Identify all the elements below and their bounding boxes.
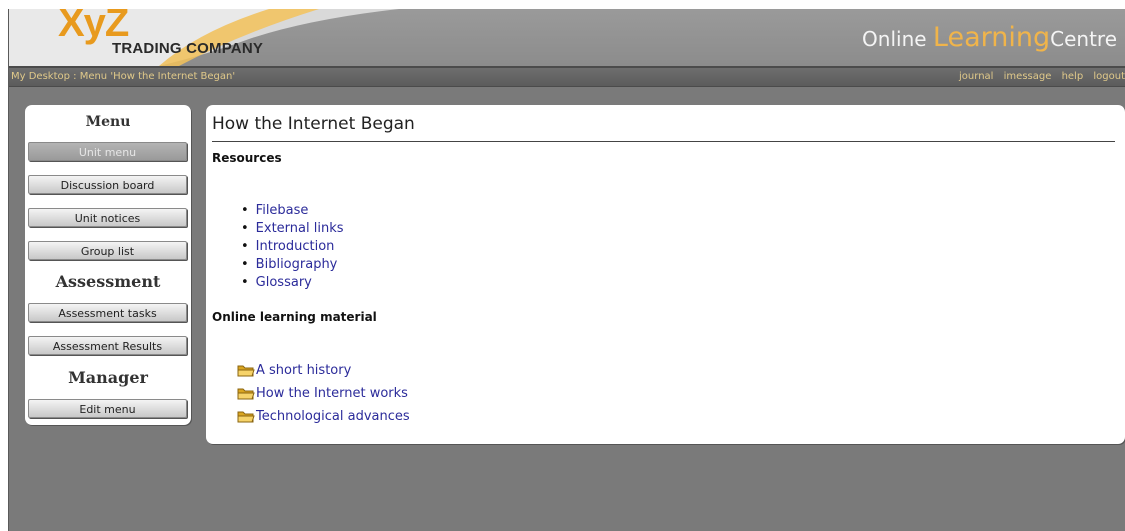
resource-label: External links: [255, 221, 344, 236]
site-title: Online LearningCentre: [862, 22, 1117, 53]
sidebar-menu: Menu Unit menu Discussion board Unit not…: [25, 105, 191, 425]
learning-item-label: How the Internet works: [256, 386, 408, 401]
manager-heading: Manager: [68, 368, 148, 387]
folder-icon: [237, 411, 255, 422]
bullet-icon: •: [241, 203, 249, 218]
bullet-icon: •: [241, 257, 249, 272]
edit-menu-button[interactable]: Edit menu: [28, 399, 187, 418]
bullet-icon: •: [241, 275, 249, 290]
bullet-icon: •: [241, 221, 249, 236]
site-header: XyZ TRADING COMPANY Online LearningCentr…: [9, 9, 1125, 66]
resources-heading: Resources: [212, 151, 282, 165]
assessment-heading: Assessment: [55, 272, 161, 291]
folder-icon: [237, 388, 255, 399]
learning-item-how-internet-works[interactable]: How the Internet works: [237, 382, 410, 405]
learning-item-short-history[interactable]: A short history: [237, 359, 410, 382]
unit-notices-button[interactable]: Unit notices: [28, 208, 187, 227]
main-content: How the Internet Began Resources • Fileba…: [206, 105, 1125, 444]
imessage-link[interactable]: imessage: [1004, 71, 1052, 82]
page-title: How the Internet Began: [212, 114, 415, 134]
navigation-bar: My Desktop : Menu 'How the Internet Bega…: [9, 66, 1125, 87]
resource-link-external-links[interactable]: • External links: [241, 220, 344, 238]
group-list-button[interactable]: Group list: [28, 241, 187, 260]
assessment-tasks-button[interactable]: Assessment tasks: [28, 303, 187, 322]
site-title-prefix: Online: [862, 27, 927, 51]
title-divider: [212, 141, 1115, 142]
resources-list: • Filebase • External links • Introduction …: [241, 202, 344, 292]
menu-heading: Menu: [85, 114, 131, 130]
bullet-icon: •: [241, 239, 249, 254]
frame-border: [8, 9, 9, 531]
resource-link-glossary[interactable]: • Glossary: [241, 274, 344, 292]
site-title-suffix: Centre: [1050, 27, 1117, 51]
site-title-big: Learning: [932, 22, 1051, 53]
app-frame: XyZ TRADING COMPANY Online LearningCentr…: [9, 9, 1125, 531]
company-logo[interactable]: XyZ TRADING COMPANY: [9, 9, 429, 66]
learning-material-heading: Online learning material: [212, 310, 377, 324]
resource-label: Filebase: [255, 203, 309, 218]
logo-company-name: TRADING COMPANY: [112, 40, 264, 57]
resource-label: Glossary: [255, 275, 312, 290]
resource-link-bibliography[interactable]: • Bibliography: [241, 256, 344, 274]
top-links: journal imessage help logout: [952, 71, 1125, 82]
journal-link[interactable]: journal: [959, 71, 993, 82]
breadcrumb[interactable]: My Desktop : Menu 'How the Internet Bega…: [11, 71, 235, 82]
resource-link-filebase[interactable]: • Filebase: [241, 202, 344, 220]
resource-label: Introduction: [255, 239, 335, 254]
folder-icon: [237, 365, 255, 376]
help-link[interactable]: help: [1062, 71, 1084, 82]
resource-label: Bibliography: [255, 257, 338, 272]
unit-menu-button: Unit menu: [28, 142, 187, 161]
discussion-board-button[interactable]: Discussion board: [28, 175, 187, 194]
learning-material-list: A short history How the Internet works T…: [237, 359, 410, 428]
learning-item-label: Technological advances: [256, 409, 410, 424]
learning-item-technological-advances[interactable]: Technological advances: [237, 405, 410, 428]
assessment-results-button[interactable]: Assessment Results: [28, 336, 187, 355]
resource-link-introduction[interactable]: • Introduction: [241, 238, 344, 256]
learning-item-label: A short history: [256, 363, 352, 378]
logout-link[interactable]: logout: [1093, 71, 1125, 82]
